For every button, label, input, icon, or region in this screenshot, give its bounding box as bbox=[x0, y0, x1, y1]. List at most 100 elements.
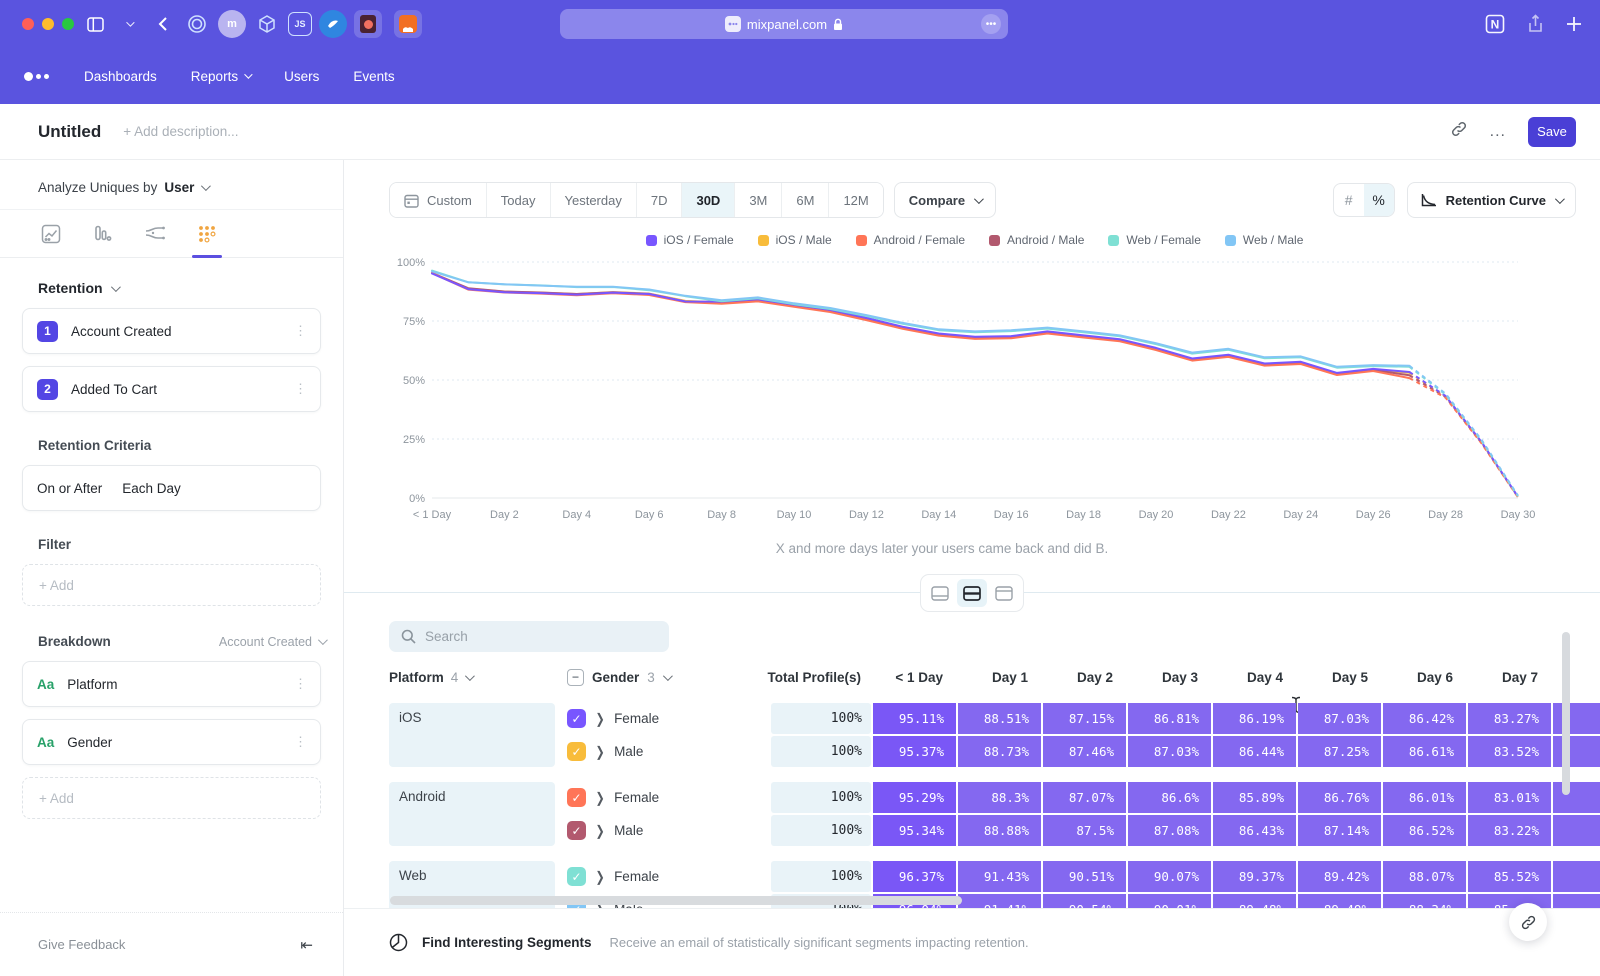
retention-value-cell[interactable]: 90.07% bbox=[1128, 861, 1211, 892]
retention-value-cell[interactable]: 86.43% bbox=[1213, 815, 1296, 846]
vertical-scrollbar[interactable] bbox=[1562, 632, 1570, 795]
day-column-header[interactable]: Day 2 bbox=[1041, 670, 1126, 685]
retention-value-cell[interactable]: 89.48% bbox=[1213, 894, 1296, 908]
retention-value-cell[interactable]: 95.37% bbox=[873, 736, 956, 767]
gender-cell[interactable]: Female bbox=[614, 790, 659, 805]
expand-row-icon[interactable]: ❯ bbox=[596, 789, 605, 805]
zoom-window-button[interactable] bbox=[62, 18, 74, 30]
retention-value-cell[interactable] bbox=[1553, 703, 1600, 734]
nav-item-reports[interactable]: Reports bbox=[191, 69, 250, 84]
retention-value-cell[interactable]: 83.27% bbox=[1468, 703, 1551, 734]
share-link-fab[interactable] bbox=[1509, 903, 1547, 941]
mixpanel-logo-icon[interactable] bbox=[24, 72, 58, 81]
give-feedback-link[interactable]: Give Feedback bbox=[38, 937, 300, 952]
retention-value-cell[interactable]: 86.42% bbox=[1383, 703, 1466, 734]
day-column-header[interactable]: Day 5 bbox=[1296, 670, 1381, 685]
range-12m[interactable]: 12M bbox=[829, 183, 882, 217]
breakdown-applies-to[interactable]: Account Created bbox=[219, 635, 325, 649]
retention-value-cell[interactable]: 95.11% bbox=[873, 703, 956, 734]
target-icon[interactable] bbox=[183, 10, 211, 38]
analyze-uniques-value[interactable]: User bbox=[164, 180, 194, 195]
find-segments-link[interactable]: Find Interesting Segments bbox=[422, 935, 592, 950]
expand-row-icon[interactable]: ❯ bbox=[596, 743, 605, 759]
close-window-button[interactable] bbox=[22, 18, 34, 30]
criteria-interval[interactable]: Each Day bbox=[122, 481, 181, 496]
js-icon[interactable]: JS bbox=[288, 12, 312, 36]
range-yesterday[interactable]: Yesterday bbox=[551, 183, 637, 217]
day-column-header[interactable]: Day 4 bbox=[1211, 670, 1296, 685]
retention-value-cell[interactable]: 87.08% bbox=[1128, 815, 1211, 846]
retention-criteria-card[interactable]: On or After Each Day bbox=[22, 465, 321, 511]
retention-value-cell[interactable]: 87.25% bbox=[1298, 736, 1381, 767]
minimize-window-button[interactable] bbox=[42, 18, 54, 30]
criteria-type[interactable]: On or After bbox=[37, 481, 102, 496]
soundcloud-icon[interactable] bbox=[394, 10, 422, 38]
retention-value-cell[interactable]: 87.15% bbox=[1043, 703, 1126, 734]
retention-value-cell[interactable]: 88.51% bbox=[958, 703, 1041, 734]
retention-value-cell[interactable]: 87.03% bbox=[1128, 736, 1211, 767]
add-filter-button[interactable]: + Add bbox=[22, 564, 321, 606]
day-column-header[interactable]: Day 7 bbox=[1466, 670, 1551, 685]
range-30d[interactable]: 30D bbox=[682, 183, 735, 217]
share-icon[interactable] bbox=[1527, 14, 1544, 34]
retention-value-cell[interactable]: 83.01% bbox=[1468, 782, 1551, 813]
kebab-menu-icon[interactable]: ⋮ bbox=[294, 740, 306, 745]
browser-sidebar-icon[interactable] bbox=[82, 11, 108, 37]
platform-cell[interactable]: Android bbox=[389, 782, 555, 846]
range-3m[interactable]: 3M bbox=[735, 183, 782, 217]
retention-chart[interactable]: 0%25%50%75%100%< 1 DayDay 2Day 4Day 6Day… bbox=[392, 250, 1560, 528]
retention-value-cell[interactable]: 88.88% bbox=[958, 815, 1041, 846]
save-button[interactable]: Save bbox=[1528, 117, 1576, 147]
retention-value-cell[interactable]: 86.81% bbox=[1128, 703, 1211, 734]
back-icon[interactable] bbox=[150, 11, 176, 37]
range-7d[interactable]: 7D bbox=[637, 183, 683, 217]
retention-value-cell[interactable]: 87.46% bbox=[1043, 736, 1126, 767]
gender-cell[interactable]: Female bbox=[614, 711, 659, 726]
chart-type-selector[interactable]: Retention Curve bbox=[1407, 182, 1576, 218]
series-checkbox[interactable]: ✓ bbox=[567, 788, 586, 807]
retention-value-cell[interactable] bbox=[1553, 815, 1600, 846]
table-search[interactable] bbox=[389, 621, 669, 652]
legend-item[interactable]: Web / Male bbox=[1225, 233, 1303, 247]
breakdown-card-platform[interactable]: Aa Platform ⋮ bbox=[22, 661, 321, 707]
retention-value-cell[interactable]: 83.22% bbox=[1468, 815, 1551, 846]
retention-value-cell[interactable]: 90.01% bbox=[1128, 894, 1211, 908]
retention-value-cell[interactable]: 88.34% bbox=[1383, 894, 1466, 908]
platform-cell[interactable]: iOS bbox=[389, 703, 555, 767]
total-profiles-header[interactable]: Total Profile(s) bbox=[767, 670, 871, 685]
step-card-added-to-cart[interactable]: 2 Added To Cart ⋮ bbox=[22, 366, 321, 412]
retention-value-cell[interactable] bbox=[1553, 736, 1600, 767]
legend-item[interactable]: iOS / Male bbox=[758, 233, 832, 247]
retention-value-cell[interactable]: 87.5% bbox=[1043, 815, 1126, 846]
more-actions-button[interactable]: ... bbox=[1490, 123, 1506, 141]
layout-table-only-button[interactable] bbox=[989, 579, 1019, 607]
legend-item[interactable]: Android / Female bbox=[856, 233, 965, 247]
new-tab-icon[interactable] bbox=[1566, 16, 1582, 32]
day-column-header[interactable]: < 1 Day bbox=[871, 670, 956, 685]
step-card-account-created[interactable]: 1 Account Created ⋮ bbox=[22, 308, 321, 354]
day-column-header[interactable]: Day 3 bbox=[1126, 670, 1211, 685]
nav-item-dashboards[interactable]: Dashboards bbox=[84, 69, 157, 84]
retention-value-cell[interactable]: 91.43% bbox=[958, 861, 1041, 892]
legend-item[interactable]: Web / Female bbox=[1108, 233, 1200, 247]
percent-format-button[interactable]: % bbox=[1364, 184, 1394, 216]
nav-item-events[interactable]: Events bbox=[353, 69, 394, 84]
retention-value-cell[interactable]: 85.52% bbox=[1468, 861, 1551, 892]
layout-split-button[interactable] bbox=[957, 579, 987, 607]
horizontal-scrollbar[interactable] bbox=[390, 896, 962, 905]
globe-icon[interactable] bbox=[319, 10, 347, 38]
select-all-checkbox[interactable]: − bbox=[567, 669, 584, 686]
retention-value-cell[interactable] bbox=[1553, 861, 1600, 892]
range-today[interactable]: Today bbox=[487, 183, 551, 217]
series-checkbox[interactable]: ✓ bbox=[567, 709, 586, 728]
number-format-button[interactable]: # bbox=[1334, 184, 1364, 216]
kebab-menu-icon[interactable]: ⋮ bbox=[294, 682, 306, 687]
expand-row-icon[interactable]: ❯ bbox=[596, 822, 605, 838]
breakdown-property[interactable]: Platform bbox=[67, 677, 294, 692]
retention-value-cell[interactable]: 88.3% bbox=[958, 782, 1041, 813]
retention-value-cell[interactable]: 83.52% bbox=[1468, 736, 1551, 767]
retention-value-cell[interactable]: 90.51% bbox=[1043, 861, 1126, 892]
retention-value-cell[interactable]: 86.01% bbox=[1383, 782, 1466, 813]
retention-value-cell[interactable]: 89.37% bbox=[1213, 861, 1296, 892]
retention-value-cell[interactable]: 88.07% bbox=[1383, 861, 1466, 892]
